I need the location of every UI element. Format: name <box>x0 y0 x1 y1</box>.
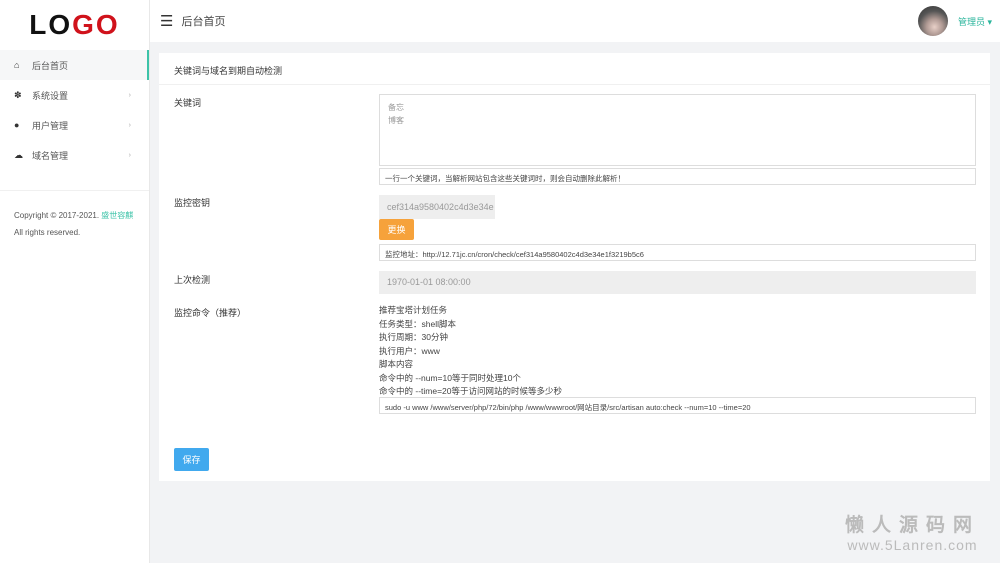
chevron-right-icon: › <box>128 151 131 159</box>
instruction-line: 任务类型：shell脚本 <box>379 318 456 329</box>
last-check-input: 1970-01-01 08:00:00 <box>379 271 976 294</box>
monitor-url[interactable]: 监控地址：http://12.71jc.cn/cron/check/cef314… <box>379 244 976 261</box>
keywords-label: 关键词 <box>174 98 202 108</box>
sidebar-item-dashboard[interactable]: ⌂ 后台首页 <box>0 50 149 80</box>
command-instructions: 推荐宝塔计划任务 任务类型：shell脚本 执行周期：30分钟 执行用户：www… <box>379 304 562 399</box>
keywords-textarea[interactable]: 备忘 博客 <box>379 94 976 166</box>
instruction-line: 推荐宝塔计划任务 <box>379 305 448 315</box>
key-input: cef314a9580402c4d3e34e <box>379 195 495 219</box>
cloud-icon: ☁ <box>14 149 23 160</box>
instruction-line: 执行周期：30分钟 <box>379 332 448 342</box>
sidebar-item-users[interactable]: ● 用户管理 › <box>0 110 149 140</box>
logo: LO GO <box>0 0 149 50</box>
avatar[interactable] <box>918 6 948 36</box>
sidebar-item-label: 系统设置 <box>32 90 69 101</box>
instruction-line: 脚本内容 <box>379 359 414 369</box>
command-input[interactable]: sudo -u www /www/server/php/72/bin/php /… <box>379 397 976 414</box>
last-check-label: 上次检测 <box>174 275 211 285</box>
sidebar-item-domains[interactable]: ☁ 域名管理 › <box>0 140 149 170</box>
chevron-right-icon: › <box>128 91 131 99</box>
card-title: 关键词与域名到期自动检测 <box>159 53 990 85</box>
watermark-title: 懒人源码网 <box>844 515 980 536</box>
sidebar-item-settings[interactable]: ✽ 系统设置 › <box>0 80 149 110</box>
change-key-button[interactable]: 更换 <box>379 219 414 240</box>
rights-text: All rights reserved. <box>14 228 81 237</box>
settings-card: 关键词与域名到期自动检测 关键词 备忘 博客 一行一个关键词，当解析网站包含这些… <box>159 53 990 481</box>
top-bar: ☰ 后台首页 管理员 ▾ <box>150 0 1000 42</box>
sidebar-item-label: 用户管理 <box>32 120 69 131</box>
user-icon: ● <box>14 120 20 130</box>
palette-icon: ✽ <box>14 89 22 100</box>
logo-text-red: GO <box>72 9 120 40</box>
chevron-right-icon: › <box>128 121 131 129</box>
home-icon: ⌂ <box>14 60 20 70</box>
watermark: 懒人源码网 www.5Lanren.com <box>845 510 980 553</box>
watermark-url: www.5Lanren.com <box>847 537 978 553</box>
company-link[interactable]: 盛世容麒 <box>101 211 133 220</box>
sidebar: LO GO ⌂ 后台首页 ✽ 系统设置 › ● 用户管理 › ☁ 域名管理 › Copyrigh… <box>0 0 150 563</box>
user-menu[interactable]: 管理员 ▾ <box>958 15 992 28</box>
key-label: 监控密钥 <box>174 198 211 208</box>
save-button[interactable]: 保存 <box>174 448 209 471</box>
keywords-hint: 一行一个关键词，当解析网站包含这些关键词时，则会自动删除此解析！ <box>379 168 976 185</box>
logo-text: LO <box>29 9 73 40</box>
menu-icon[interactable]: ☰ <box>160 12 173 30</box>
command-label: 监控命令（推荐） <box>174 308 247 318</box>
sidebar-item-label: 域名管理 <box>32 150 69 161</box>
instruction-line: 命令中的 --num=10等于同时处理10个 <box>379 372 521 383</box>
copyright-text: Copyright © 2017-2021. <box>14 211 100 220</box>
instruction-line: 执行用户：www <box>379 345 440 356</box>
page-title: 后台首页 <box>181 16 226 28</box>
sidebar-item-label: 后台首页 <box>32 60 69 71</box>
copyright: Copyright © 2017-2021. 盛世容麒 All rights r… <box>0 190 149 257</box>
